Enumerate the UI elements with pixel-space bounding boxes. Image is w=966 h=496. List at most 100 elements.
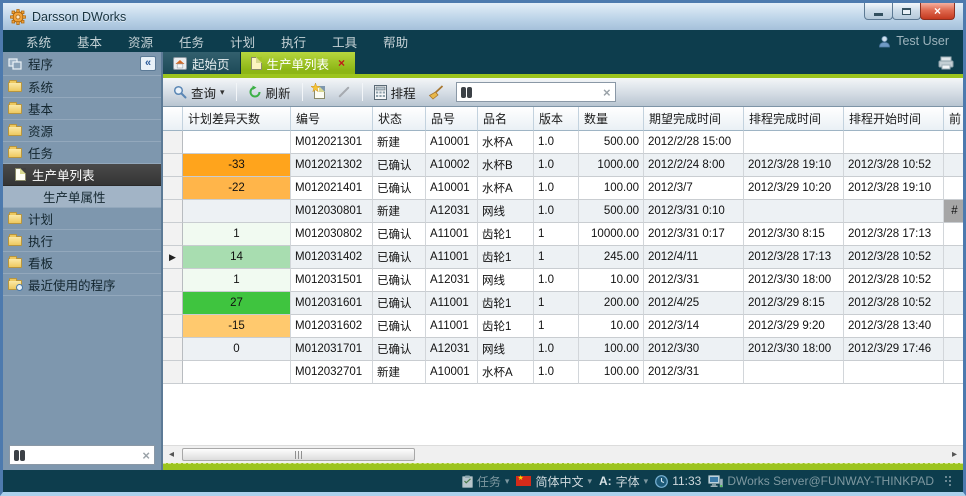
table-cell-item_name[interactable]: 水杯A — [478, 361, 534, 384]
table-cell-sched_start[interactable]: 2012/3/28 10:52 — [844, 154, 944, 177]
horizontal-scrollbar[interactable]: ◂ ▸ — [163, 445, 963, 463]
table-cell-item_no[interactable]: A10001 — [426, 361, 478, 384]
table-row[interactable]: M012032701新建A10001水杯A1.0100.002012/3/31 — [163, 361, 963, 384]
table-cell-code[interactable]: M012031602 — [291, 315, 373, 338]
tab-production-order-list[interactable]: 生产单列表 × — [241, 52, 356, 74]
table-cell-sched_start[interactable]: 2012/3/28 10:52 — [844, 246, 944, 269]
table-cell-extra[interactable] — [944, 131, 963, 154]
table-cell-diff[interactable]: 14 — [183, 246, 291, 269]
table-cell-status[interactable]: 已确认 — [373, 223, 426, 246]
column-header[interactable]: 期望完成时间 — [644, 107, 744, 131]
table-cell-code[interactable]: M012021302 — [291, 154, 373, 177]
row-header-cell[interactable] — [163, 315, 183, 338]
table-cell-diff[interactable]: 27 — [183, 292, 291, 315]
toolbar-search-clear-icon[interactable]: × — [603, 85, 611, 100]
table-cell-extra[interactable]: # — [944, 200, 963, 223]
table-cell-expect_time[interactable]: 2012/3/14 — [644, 315, 744, 338]
menu-item[interactable]: 资源 — [115, 32, 166, 51]
table-cell-code[interactable]: M012031701 — [291, 338, 373, 361]
scroll-right-icon[interactable]: ▸ — [946, 446, 963, 463]
table-cell-item_no[interactable]: A12031 — [426, 338, 478, 361]
table-cell-status[interactable]: 已确认 — [373, 315, 426, 338]
sidebar-collapse-button[interactable]: « — [140, 56, 156, 71]
table-cell-sched_start[interactable]: 2012/3/29 17:46 — [844, 338, 944, 361]
table-cell-diff[interactable]: -33 — [183, 154, 291, 177]
table-cell-extra[interactable] — [944, 223, 963, 246]
table-row[interactable]: 1M012030802已确认A11001齿轮1110000.002012/3/3… — [163, 223, 963, 246]
table-cell-status[interactable]: 新建 — [373, 131, 426, 154]
row-header-cell[interactable] — [163, 292, 183, 315]
menu-item[interactable]: 帮助 — [370, 32, 421, 51]
table-cell-extra[interactable] — [944, 315, 963, 338]
row-header-cell[interactable] — [163, 338, 183, 361]
table-cell-sched_start[interactable]: 2012/3/28 17:13 — [844, 223, 944, 246]
tab-close-icon[interactable]: × — [338, 56, 345, 70]
table-cell-qty[interactable]: 1000.00 — [579, 154, 644, 177]
table-cell-qty[interactable]: 100.00 — [579, 177, 644, 200]
sidebar-search-clear-icon[interactable]: × — [142, 448, 150, 463]
row-header-cell[interactable] — [163, 154, 183, 177]
table-cell-item_name[interactable]: 齿轮1 — [478, 292, 534, 315]
table-cell-extra[interactable] — [944, 177, 963, 200]
column-header[interactable]: 数量 — [579, 107, 644, 131]
table-cell-extra[interactable] — [944, 292, 963, 315]
table-cell-sched_start[interactable] — [844, 200, 944, 223]
table-cell-diff[interactable] — [183, 200, 291, 223]
column-header[interactable]: 版本 — [534, 107, 579, 131]
table-cell-qty[interactable]: 245.00 — [579, 246, 644, 269]
table-cell-expect_time[interactable]: 2012/3/31 — [644, 361, 744, 384]
table-cell-item_name[interactable]: 齿轮1 — [478, 315, 534, 338]
column-header[interactable]: 计划差异天数 — [183, 107, 291, 131]
status-font-dropdown[interactable]: A: 字体 ▾ — [599, 473, 648, 490]
table-cell-qty[interactable]: 100.00 — [579, 338, 644, 361]
table-cell-status[interactable]: 已确认 — [373, 292, 426, 315]
table-row[interactable]: 0M012031701已确认A12031网线1.0100.002012/3/30… — [163, 338, 963, 361]
table-cell-sched_end[interactable] — [744, 131, 844, 154]
new-button[interactable] — [310, 84, 329, 101]
sidebar-item[interactable]: 系统 — [3, 76, 161, 98]
table-cell-code[interactable]: M012031601 — [291, 292, 373, 315]
menu-item[interactable]: 工具 — [319, 32, 370, 51]
table-cell-expect_time[interactable]: 2012/4/11 — [644, 246, 744, 269]
table-cell-sched_end[interactable]: 2012/3/30 8:15 — [744, 223, 844, 246]
table-cell-qty[interactable]: 10000.00 — [579, 223, 644, 246]
sidebar-item[interactable]: 最近使用的程序 — [3, 274, 161, 296]
table-cell-status[interactable]: 已确认 — [373, 246, 426, 269]
table-cell-diff[interactable] — [183, 131, 291, 154]
table-row[interactable]: ▶14M012031402已确认A11001齿轮11245.002012/4/1… — [163, 246, 963, 269]
table-cell-item_no[interactable]: A12031 — [426, 200, 478, 223]
query-dropdown-icon[interactable]: ▾ — [220, 87, 225, 98]
query-button[interactable]: 查询 ▾ — [169, 81, 229, 104]
table-cell-item_no[interactable]: A11001 — [426, 315, 478, 338]
current-user[interactable]: Test User — [878, 34, 953, 48]
table-cell-expect_time[interactable]: 2012/3/31 0:10 — [644, 200, 744, 223]
table-cell-diff[interactable]: 1 — [183, 269, 291, 292]
table-cell-expect_time[interactable]: 2012/2/28 15:00 — [644, 131, 744, 154]
table-cell-status[interactable]: 新建 — [373, 200, 426, 223]
table-cell-sched_end[interactable]: 2012/3/29 9:20 — [744, 315, 844, 338]
sidebar-item[interactable]: 看板 — [3, 252, 161, 274]
table-cell-expect_time[interactable]: 2012/3/30 — [644, 338, 744, 361]
table-cell-sched_start[interactable]: 2012/3/28 19:10 — [844, 177, 944, 200]
table-cell-code[interactable]: M012030801 — [291, 200, 373, 223]
table-cell-item_name[interactable]: 网线 — [478, 200, 534, 223]
menu-item[interactable]: 计划 — [217, 32, 268, 51]
table-cell-status[interactable]: 已确认 — [373, 269, 426, 292]
table-cell-diff[interactable]: -22 — [183, 177, 291, 200]
refresh-button[interactable]: 刷新 — [244, 81, 295, 104]
sidebar-search-input[interactable]: × — [9, 445, 155, 465]
menu-item[interactable]: 基本 — [64, 32, 115, 51]
table-row[interactable]: -15M012031602已确认A11001齿轮1110.002012/3/14… — [163, 315, 963, 338]
toolbar-search-input[interactable]: × — [456, 82, 616, 102]
column-header[interactable]: 品名 — [478, 107, 534, 131]
current-row-marker[interactable]: ▶ — [163, 246, 183, 269]
table-cell-sched_end[interactable]: 2012/3/28 19:10 — [744, 154, 844, 177]
table-cell-item_no[interactable]: A11001 — [426, 223, 478, 246]
table-row[interactable]: 27M012031601已确认A11001齿轮11200.002012/4/25… — [163, 292, 963, 315]
table-cell-item_no[interactable]: A11001 — [426, 246, 478, 269]
table-cell-sched_end[interactable]: 2012/3/30 18:00 — [744, 338, 844, 361]
table-cell-sched_end[interactable]: 2012/3/29 8:15 — [744, 292, 844, 315]
row-header-cell[interactable] — [163, 200, 183, 223]
table-cell-version[interactable]: 1.0 — [534, 177, 579, 200]
table-cell-extra[interactable] — [944, 246, 963, 269]
